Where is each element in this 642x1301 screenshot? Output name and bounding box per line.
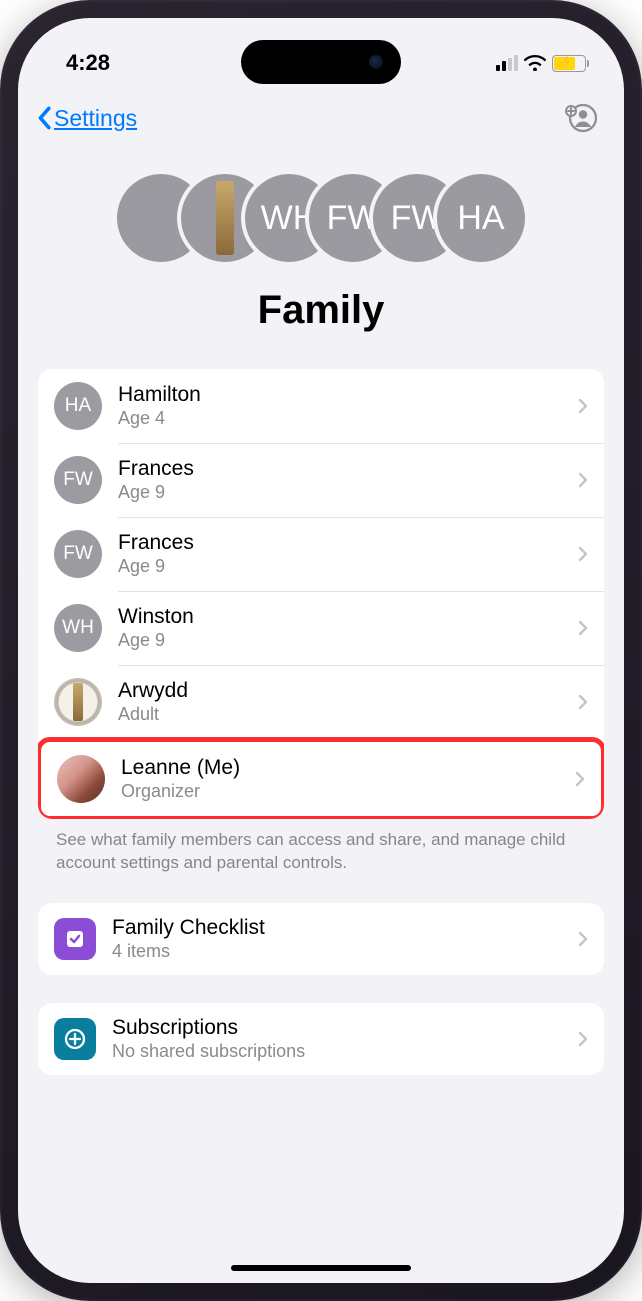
subscriptions-sub: No shared subscriptions: [112, 1041, 562, 1062]
content: HA Hamilton Age 4 FW Frances Age 9: [18, 369, 624, 1115]
member-sub: Adult: [118, 704, 562, 725]
chevron-right-icon: [578, 472, 588, 488]
subscriptions-icon: [54, 1018, 96, 1060]
wifi-icon: [524, 55, 546, 71]
cellular-icon: [496, 55, 518, 71]
dynamic-island: [241, 40, 401, 84]
chevron-right-icon: [578, 694, 588, 710]
checklist-sub: 4 items: [112, 941, 562, 962]
member-sub: Age 4: [118, 408, 562, 429]
subscriptions-row[interactable]: Subscriptions No shared subscriptions: [38, 1003, 604, 1075]
member-sub: Age 9: [118, 482, 562, 503]
member-name: Leanne (Me): [121, 756, 559, 780]
avatar: FW: [54, 456, 102, 504]
row-text: Subscriptions No shared subscriptions: [112, 1016, 562, 1062]
member-sub: Age 9: [118, 630, 562, 651]
chevron-right-icon: [578, 398, 588, 414]
screen: 4:28 ⚡ Settings: [18, 18, 624, 1283]
member-sub: Organizer: [121, 781, 559, 802]
chevron-right-icon: [578, 931, 588, 947]
checklist-title: Family Checklist: [112, 916, 562, 940]
avatar: WH: [54, 604, 102, 652]
avatar: HA: [54, 382, 102, 430]
member-row-highlighted[interactable]: Leanne (Me) Organizer: [38, 737, 604, 819]
row-text: Arwydd Adult: [118, 679, 562, 725]
charging-bolt-icon: ⚡: [558, 58, 572, 69]
member-row[interactable]: WH Winston Age 9: [38, 591, 604, 665]
member-row[interactable]: HA Hamilton Age 4: [38, 369, 604, 443]
checklist-icon: [54, 918, 96, 960]
member-name: Frances: [118, 457, 562, 481]
phone-frame: 4:28 ⚡ Settings: [0, 0, 642, 1301]
member-sub: Age 9: [118, 556, 562, 577]
avatar: HA: [433, 170, 529, 266]
row-text: Leanne (Me) Organizer: [121, 756, 559, 802]
row-text: Family Checklist 4 items: [112, 916, 562, 962]
row-text: Frances Age 9: [118, 531, 562, 577]
avatar: FW: [54, 530, 102, 578]
members-footer-note: See what family members can access and s…: [38, 819, 604, 875]
member-name: Hamilton: [118, 383, 562, 407]
page-title: Family: [18, 288, 624, 333]
status-right: ⚡: [496, 55, 586, 72]
status-time: 4:28: [66, 50, 110, 76]
member-name: Winston: [118, 605, 562, 629]
avatar: [54, 678, 102, 726]
row-text: Frances Age 9: [118, 457, 562, 503]
home-indicator[interactable]: [231, 1265, 411, 1271]
member-row[interactable]: FW Frances Age 9: [38, 443, 604, 517]
chevron-right-icon: [575, 771, 585, 787]
family-checklist-row[interactable]: Family Checklist 4 items: [38, 903, 604, 975]
header-avatars: WH FW FW HA: [18, 170, 624, 266]
avatar: [57, 755, 105, 803]
member-row[interactable]: FW Frances Age 9: [38, 517, 604, 591]
subscriptions-card: Subscriptions No shared subscriptions: [38, 1003, 604, 1075]
chevron-right-icon: [578, 1031, 588, 1047]
checklist-card: Family Checklist 4 items: [38, 903, 604, 975]
add-person-icon: [563, 101, 597, 135]
add-person-button[interactable]: [562, 100, 598, 136]
header: WH FW FW HA Family: [18, 142, 624, 353]
row-text: Winston Age 9: [118, 605, 562, 651]
members-card: HA Hamilton Age 4 FW Frances Age 9: [38, 369, 604, 819]
member-row[interactable]: Arwydd Adult: [38, 665, 604, 739]
row-text: Hamilton Age 4: [118, 383, 562, 429]
back-button[interactable]: Settings: [36, 105, 137, 132]
member-name: Frances: [118, 531, 562, 555]
back-label: Settings: [54, 105, 137, 132]
chevron-right-icon: [578, 546, 588, 562]
subscriptions-title: Subscriptions: [112, 1016, 562, 1040]
battery-icon: ⚡: [552, 55, 586, 72]
chevron-left-icon: [36, 106, 52, 130]
chevron-right-icon: [578, 620, 588, 636]
nav-bar: Settings: [18, 90, 624, 142]
member-name: Arwydd: [118, 679, 562, 703]
